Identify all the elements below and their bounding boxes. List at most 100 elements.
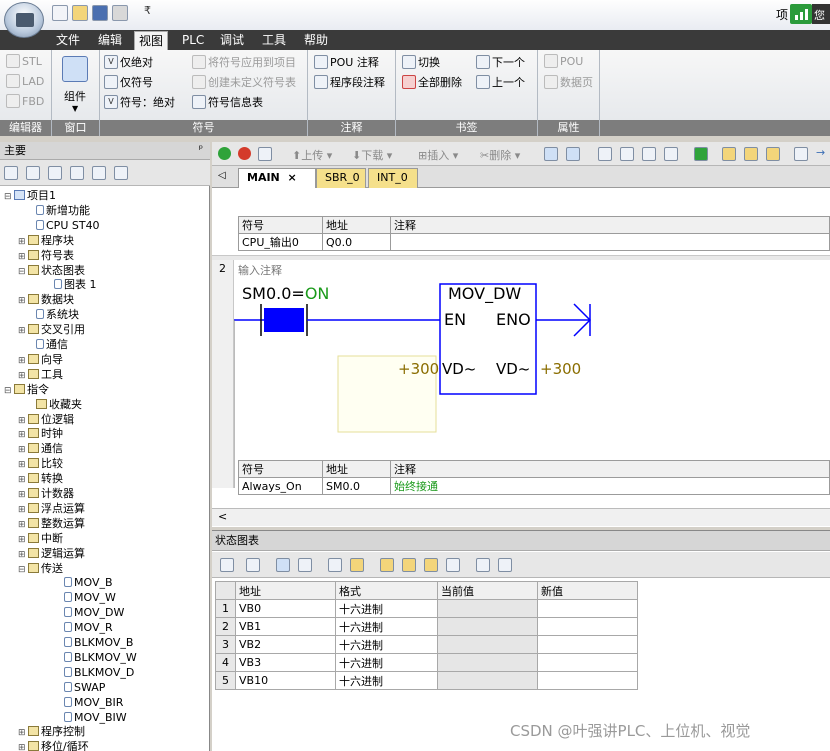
table-row[interactable]: 3 VB2 十六进制 xyxy=(215,635,638,654)
tab-main[interactable]: MAIN × xyxy=(238,168,316,188)
tree-item[interactable]: ⊞ 程序块 xyxy=(18,233,74,248)
upload-button[interactable]: ⬆上传 ▾ xyxy=(292,147,332,163)
tree-item[interactable]: 收藏夹 xyxy=(26,397,82,412)
tree-item[interactable]: ⊞ 符号表 xyxy=(18,248,74,263)
in-operand[interactable]: VD~ xyxy=(442,360,476,378)
tree-item[interactable]: MOV_W xyxy=(54,590,116,605)
out-operand[interactable]: VD~ xyxy=(496,360,530,378)
chart-glasses-icon[interactable] xyxy=(328,558,342,572)
tab-close-icon[interactable]: × xyxy=(287,171,296,184)
tree-item[interactable]: MOV_BIR xyxy=(54,695,123,710)
menu-help[interactable]: 帮助 xyxy=(300,30,332,50)
chart-read-icon[interactable] xyxy=(446,558,460,572)
application-button[interactable] xyxy=(4,2,44,38)
stop-icon[interactable] xyxy=(238,147,251,160)
tree-item[interactable]: 通信 xyxy=(26,337,68,352)
run-icon[interactable] xyxy=(218,147,231,160)
tree-item[interactable]: BLKMOV_D xyxy=(54,665,134,680)
tree-item[interactable]: MOV_R xyxy=(54,620,113,635)
tree-tool-5-icon[interactable] xyxy=(92,166,106,180)
lad-button[interactable]: LAD xyxy=(6,74,44,88)
tree-item[interactable]: ⊞ 移位/循环 xyxy=(18,739,89,751)
chart-pencil-icon[interactable] xyxy=(350,558,364,572)
tree-item[interactable]: ⊞ 工具 xyxy=(18,367,63,382)
menu-view[interactable]: 视图 xyxy=(134,31,169,50)
prev-bookmark-button[interactable]: 上一个 xyxy=(476,74,525,90)
tree-item[interactable]: ⊞ 逻辑运算 xyxy=(18,546,85,561)
cell-format[interactable]: 十六进制 xyxy=(335,599,438,618)
chart-unlock-icon[interactable] xyxy=(402,558,416,572)
cell-address[interactable]: VB10 xyxy=(235,671,336,690)
menu-tools[interactable]: 工具 xyxy=(258,30,290,50)
collapse-icon[interactable]: ⊟ xyxy=(18,563,28,578)
pin-icon[interactable]: ᵖ xyxy=(199,144,203,155)
chart-lock-all-icon[interactable] xyxy=(424,558,438,572)
chart-add-icon[interactable] xyxy=(220,558,234,572)
cell-address[interactable]: VB3 xyxy=(235,653,336,672)
table-row[interactable]: CPU_输出0 Q0.0 xyxy=(238,233,830,251)
cell-format[interactable]: 十六进制 xyxy=(335,617,438,636)
tab-scroll-left-icon[interactable]: ◁ xyxy=(218,170,226,181)
out-value[interactable]: +300 xyxy=(540,360,581,378)
tree-item[interactable]: ⊞ 交叉引用 xyxy=(18,322,85,337)
quick-access-dropdown-icon[interactable]: ₹ xyxy=(144,4,151,17)
fbd-button[interactable]: FBD xyxy=(6,94,44,108)
tree-item[interactable]: ⊞ 位逻辑 xyxy=(18,412,74,427)
tree-item[interactable]: CPU ST40 xyxy=(26,218,100,233)
tree-item[interactable]: ⊟ 传送 xyxy=(18,561,63,576)
cell-format[interactable]: 十六进制 xyxy=(335,671,438,690)
menu-file[interactable]: 文件 xyxy=(52,30,84,50)
chart-pause-icon[interactable] xyxy=(298,558,312,572)
download-button[interactable]: ⬇下载 ▾ xyxy=(352,147,392,163)
pou-comment-button[interactable]: POU 注释 xyxy=(314,54,379,70)
network-view-2-icon[interactable] xyxy=(566,147,580,161)
cell-new-value[interactable] xyxy=(537,617,638,636)
chart-format-icon[interactable] xyxy=(498,558,512,572)
symbol-absolute-button[interactable]: V 符号：绝对 xyxy=(104,94,175,110)
chart-monitor-icon[interactable] xyxy=(276,558,290,572)
lock-icon[interactable] xyxy=(722,147,736,161)
insert-button[interactable]: ⊞插入 ▾ xyxy=(418,147,458,163)
pou-property-button[interactable]: POU xyxy=(544,54,583,68)
tree-item[interactable]: ⊟ 项目1 xyxy=(4,188,56,203)
tree-tool-3-icon[interactable] xyxy=(48,166,62,180)
data-page-button[interactable]: 数据页 xyxy=(544,74,593,90)
network-view-icon[interactable] xyxy=(544,147,558,161)
tree-tool-4-icon[interactable] xyxy=(70,166,84,180)
tree-tool-2-icon[interactable] xyxy=(26,166,40,180)
tree-item[interactable]: ⊟ 状态图表 xyxy=(18,263,85,278)
stl-button[interactable]: STL xyxy=(6,54,42,68)
tree-item[interactable]: BLKMOV_B xyxy=(54,635,133,650)
tree-item[interactable]: MOV_DW xyxy=(54,605,124,620)
print-icon[interactable] xyxy=(112,5,128,21)
tree-item[interactable]: 系统块 xyxy=(26,307,79,322)
tree-item[interactable]: ⊞ 数据块 xyxy=(18,292,74,307)
delete-button[interactable]: ✂删除 ▾ xyxy=(480,147,520,163)
tree-item[interactable]: ⊞ 计数器 xyxy=(18,486,74,501)
collapse-icon[interactable]: ⊟ xyxy=(18,265,28,280)
lock-all-icon[interactable] xyxy=(766,147,780,161)
tree-item[interactable]: 图表 1 xyxy=(44,277,97,292)
only-absolute-button[interactable]: V 仅绝对 xyxy=(104,54,153,70)
tab-int0[interactable]: INT_0 xyxy=(368,168,418,188)
collapse-icon[interactable]: ⊟ xyxy=(4,190,14,205)
new-file-icon[interactable] xyxy=(52,5,68,21)
chart-trend-icon[interactable] xyxy=(476,558,490,572)
in-value[interactable]: +300 xyxy=(398,360,439,378)
contact-icon[interactable] xyxy=(598,147,612,161)
open-folder-icon[interactable] xyxy=(72,5,88,21)
tree-item[interactable]: ⊞ 中断 xyxy=(18,531,63,546)
menu-plc[interactable]: PLC xyxy=(178,30,208,50)
cell-address[interactable]: VB0 xyxy=(235,599,336,618)
cell-format[interactable]: 十六进制 xyxy=(335,653,438,672)
arrow-right-icon[interactable]: → xyxy=(816,146,825,159)
table-row[interactable]: 1 VB0 十六进制 xyxy=(215,599,638,618)
table-row[interactable]: 2 VB1 十六进制 xyxy=(215,617,638,636)
cell-new-value[interactable] xyxy=(537,671,638,690)
tree-item[interactable]: MOV_B xyxy=(54,575,113,590)
tab-sbr0[interactable]: SBR_0 xyxy=(316,168,366,188)
user-chip[interactable]: 您 xyxy=(812,4,830,24)
next-bookmark-button[interactable]: 下一个 xyxy=(476,54,525,70)
remove-all-bookmarks-button[interactable]: 全部删除 xyxy=(402,74,462,90)
go-icon[interactable] xyxy=(694,147,708,161)
